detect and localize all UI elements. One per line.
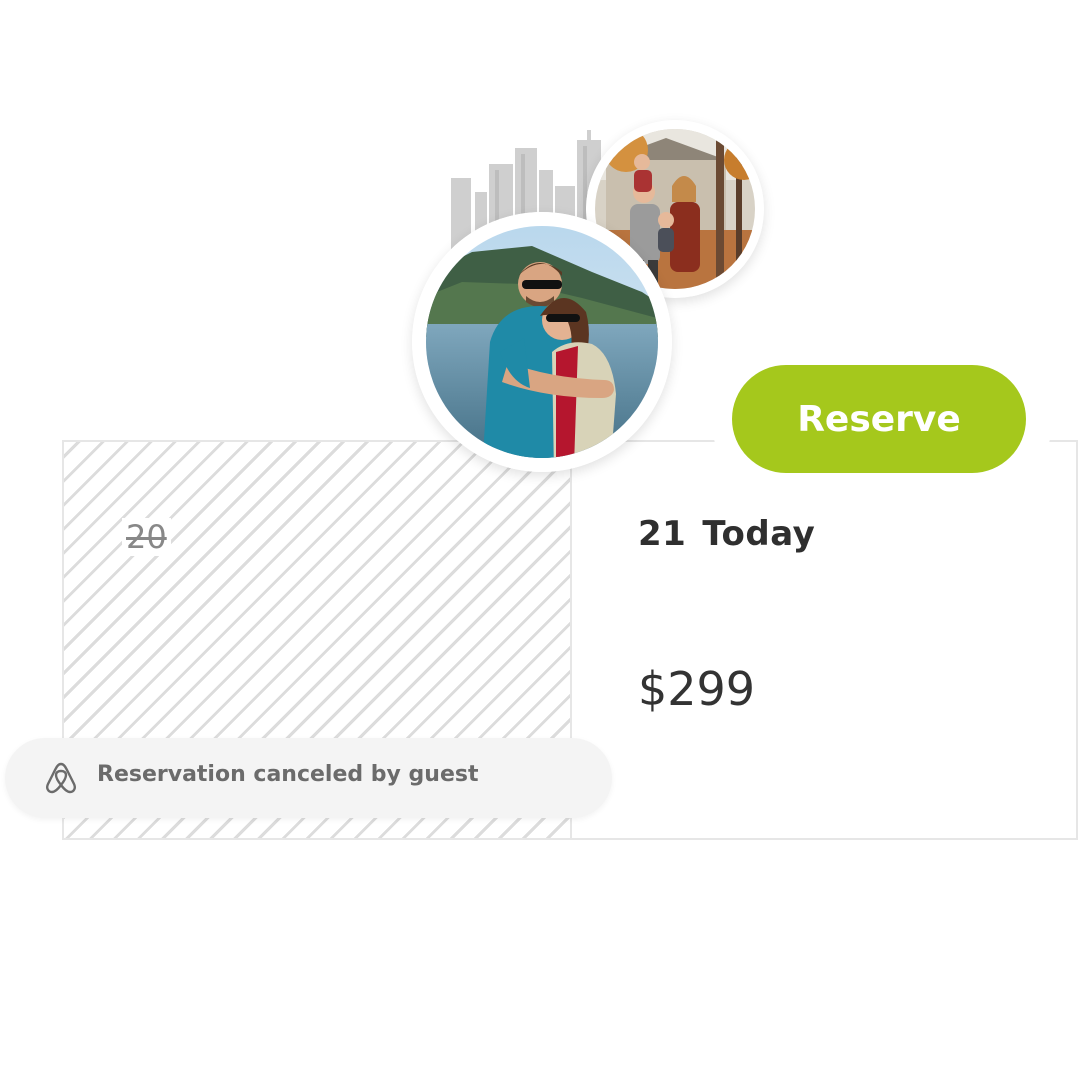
cancellation-notice-text: Reservation canceled by guest [97,762,479,787]
day-number-struck: 20 [122,518,171,556]
couple-avatar [412,212,672,472]
cancellation-notice: Reservation canceled by guest [5,738,612,818]
nightly-price: $299 [638,662,756,716]
calendar-day-today[interactable]: 21 Today $299 [572,442,1076,838]
app-canvas: 20 21 Today $299 Reserve Reservation can… [0,0,1080,1080]
today-label: Today [702,514,816,554]
today-header: 21 Today [638,514,815,554]
today-day-number: 21 [638,514,687,554]
reserve-button[interactable]: Reserve [732,365,1026,473]
airbnb-logo-icon [46,762,76,794]
